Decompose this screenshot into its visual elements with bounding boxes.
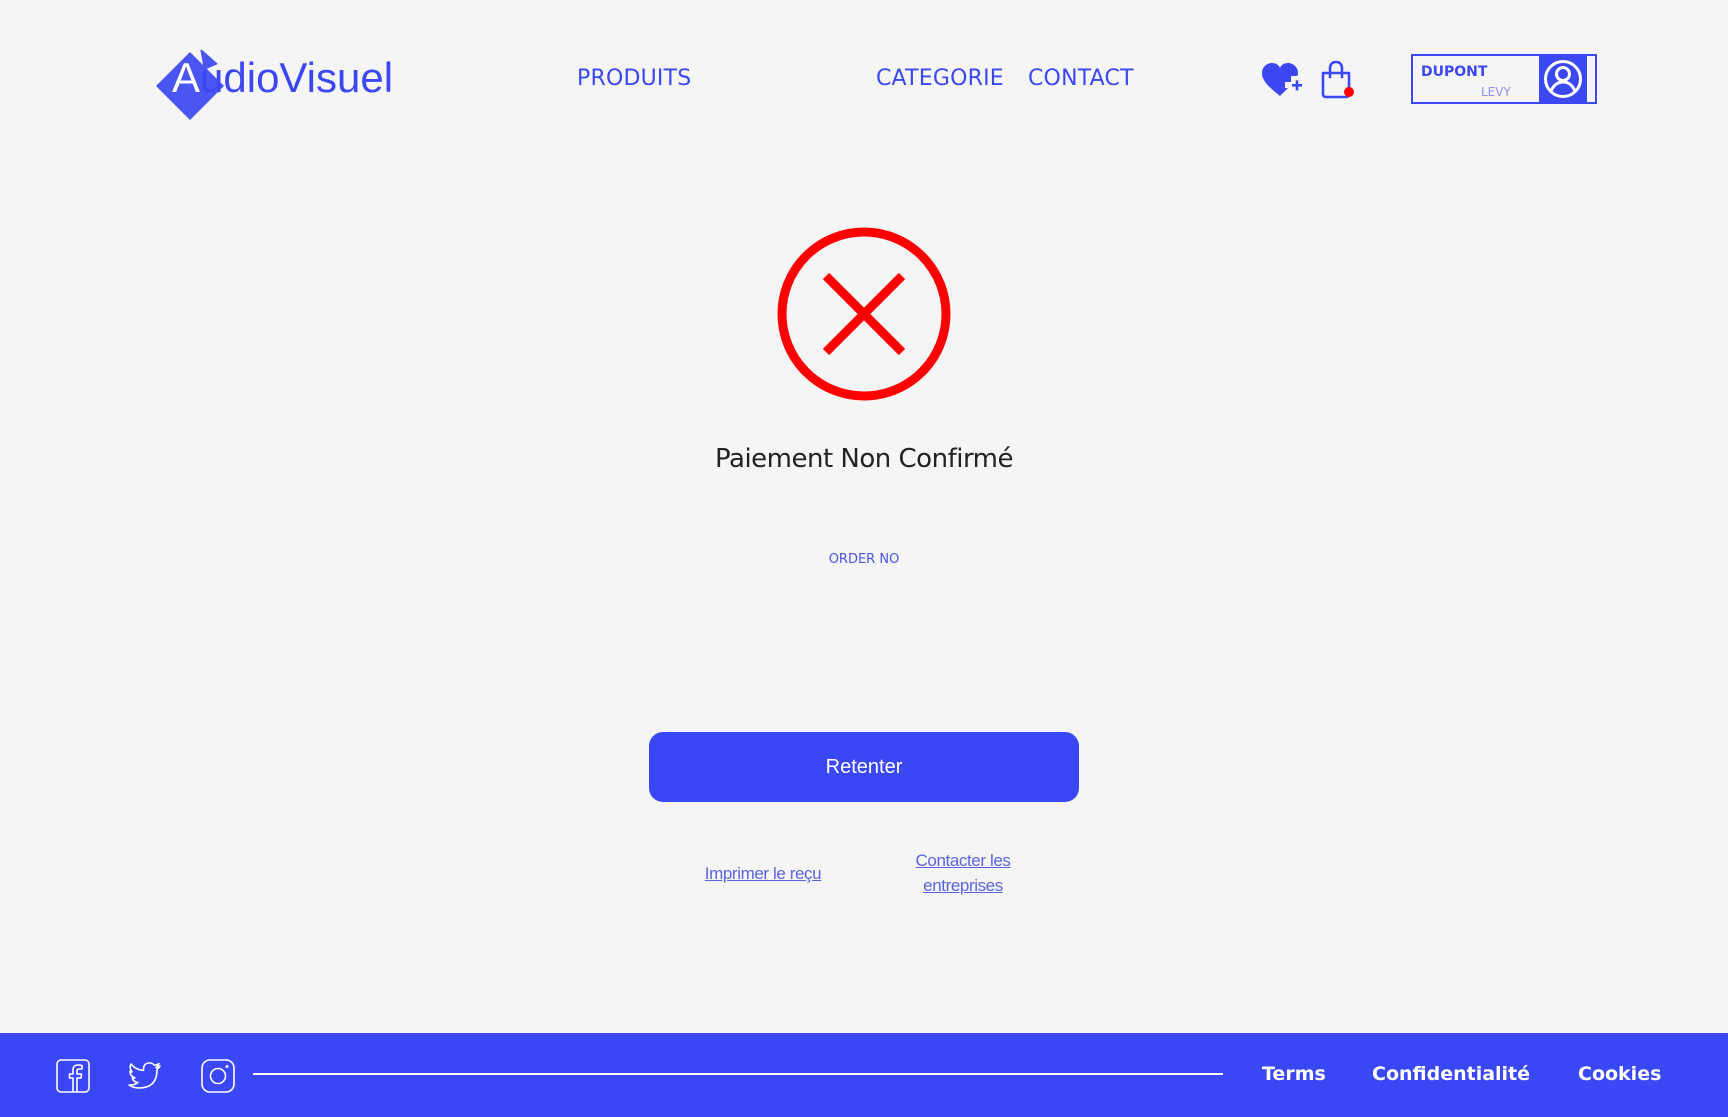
retry-button[interactable]: Retenter — [649, 732, 1079, 802]
avatar — [1539, 56, 1587, 102]
shopping-bag-icon[interactable] — [1319, 60, 1357, 100]
payment-failed-page: AudioVisuel PRODUITS CATEGORIE CONTACT D… — [0, 0, 1728, 1117]
order-number-label: ORDER NO — [828, 552, 900, 567]
nav-categorie[interactable]: CATEGORIE — [876, 66, 1004, 91]
nav-produits[interactable]: PRODUITS — [577, 66, 691, 91]
print-receipt-link[interactable]: Imprimer le reçu — [688, 861, 838, 886]
contact-companies-link[interactable]: Contacter les entreprises — [888, 848, 1038, 898]
user-account-button[interactable]: DUPONT LEVY — [1411, 54, 1597, 104]
nav-contact[interactable]: CONTACT — [1028, 66, 1134, 91]
brand-name-initial: A — [172, 54, 201, 101]
error-x-circle-icon — [777, 227, 951, 401]
cart-badge — [1344, 87, 1354, 97]
brand-name-rest: udioVisuel — [200, 54, 394, 101]
brand-name: AudioVisuel — [172, 54, 393, 102]
footer: Terms Confidentialité Cookies — [0, 1033, 1728, 1117]
heart-plus-icon[interactable] — [1261, 62, 1303, 100]
footer-link-cookies[interactable]: Cookies — [1578, 1063, 1661, 1085]
brand-logo[interactable]: AudioVisuel — [150, 40, 393, 120]
user-last-name: LEVY — [1481, 85, 1511, 99]
instagram-icon[interactable] — [200, 1058, 236, 1094]
footer-link-privacy[interactable]: Confidentialité — [1372, 1063, 1530, 1085]
facebook-icon[interactable] — [55, 1058, 91, 1094]
footer-divider — [253, 1073, 1223, 1075]
payment-status-title: Paiement Non Confirmé — [715, 444, 1014, 474]
user-circle-icon — [1544, 60, 1582, 98]
user-first-name: DUPONT — [1421, 64, 1488, 80]
twitter-icon[interactable] — [127, 1058, 163, 1094]
footer-link-terms[interactable]: Terms — [1262, 1063, 1326, 1085]
